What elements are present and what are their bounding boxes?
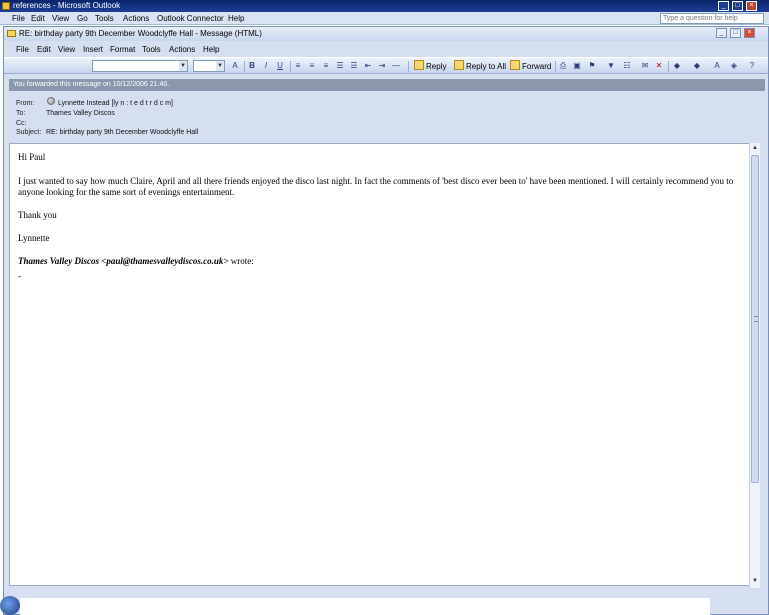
outlook-title-bar: references - Microsoft Outlook _ □ × <box>0 0 769 12</box>
body-scrollbar[interactable]: ▲ ▼ <box>749 143 760 588</box>
menu-tools[interactable]: Tools <box>95 14 114 24</box>
msg-menu-edit[interactable]: Edit <box>37 45 51 55</box>
bottom-strip <box>20 598 710 615</box>
align-left-icon[interactable]: ≡ <box>293 61 303 71</box>
sender-avatar <box>47 97 55 105</box>
grip-icon <box>754 316 758 322</box>
menu-outlook-connector[interactable]: Outlook Connector <box>157 14 224 24</box>
toolbar-separator <box>555 61 556 72</box>
quote-suffix: wrote: <box>228 256 254 266</box>
scroll-up-icon[interactable]: ▲ <box>750 143 760 153</box>
bold-icon[interactable]: B <box>247 61 257 71</box>
menu-go[interactable]: Go <box>77 14 88 24</box>
subject-label: Subject: <box>16 129 42 136</box>
forwarded-info-bar: You forwarded this message on 10/12/2006… <box>9 79 765 91</box>
reply-button[interactable]: Reply <box>414 60 446 73</box>
message-menu-bar: File Edit View Insert Format Tools Actio… <box>4 42 768 56</box>
increase-indent-icon[interactable]: ⇥ <box>377 61 387 71</box>
msg-menu-view[interactable]: View <box>58 45 75 55</box>
ask-question-input[interactable]: Type a question for help <box>660 13 764 24</box>
body-greeting: Hi Paul <box>18 152 46 162</box>
font-size-combo[interactable]: ▼ <box>193 60 225 72</box>
msg-menu-insert[interactable]: Insert <box>83 45 103 55</box>
minimize-button[interactable]: _ <box>718 1 729 11</box>
font-color-icon[interactable]: A <box>230 61 240 71</box>
previous-item-icon[interactable]: ◆ <box>672 61 682 71</box>
font-name-combo[interactable]: ▼ <box>92 60 188 72</box>
menu-view[interactable]: View <box>52 14 69 24</box>
decrease-indent-icon[interactable]: ⇤ <box>363 61 373 71</box>
msg-menu-file[interactable]: File <box>16 45 29 55</box>
reply-icon <box>414 60 424 70</box>
message-window: RE: birthday party 9th December Woodclyf… <box>3 26 769 615</box>
msg-menu-actions[interactable]: Actions <box>169 45 195 55</box>
message-title-bar: RE: birthday party 9th December Woodclyf… <box>4 27 768 41</box>
start-orb-icon[interactable] <box>0 596 20 615</box>
reply-all-button[interactable]: Reply to All <box>454 60 506 73</box>
address-book-icon[interactable]: ☷ <box>622 61 632 71</box>
options-icon[interactable]: ◈ <box>729 61 739 71</box>
message-body[interactable]: Hi Paul I just wanted to say how much Cl… <box>9 143 754 586</box>
message-minimize-button[interactable]: _ <box>716 28 727 38</box>
scroll-down-icon[interactable]: ▼ <box>750 576 760 586</box>
quote-header: Thames Valley Discos <paul@thamesvalleyd… <box>18 256 743 267</box>
bullet-list-icon[interactable]: ☰ <box>349 61 359 71</box>
delete-icon[interactable]: ✕ <box>654 61 664 71</box>
forward-icon <box>510 60 520 70</box>
align-right-icon[interactable]: ≡ <box>321 61 331 71</box>
message-close-button[interactable]: × <box>744 28 755 38</box>
menu-file[interactable]: File <box>12 14 25 24</box>
outlook-window-title: references - Microsoft Outlook <box>13 1 121 10</box>
msg-menu-format[interactable]: Format <box>110 45 135 55</box>
reply-all-icon <box>454 60 464 70</box>
menu-help[interactable]: Help <box>228 14 244 24</box>
to-value[interactable]: Thames Valley Discos <box>46 109 115 118</box>
outlook-app-icon <box>2 2 10 10</box>
forward-button[interactable]: Forward <box>510 60 551 73</box>
next-item-icon[interactable]: ◆ <box>692 61 702 71</box>
save-icon[interactable]: ▣ <box>572 61 582 71</box>
toolbar-separator <box>408 61 409 72</box>
menu-actions[interactable]: Actions <box>123 14 149 24</box>
envelope-icon <box>7 30 16 37</box>
subject-value: RE: birthday party 9th December Woodclyf… <box>46 129 199 136</box>
close-button[interactable]: × <box>746 1 757 11</box>
maximize-button[interactable]: □ <box>732 1 743 11</box>
font-size-up-icon[interactable]: A <box>712 61 722 71</box>
quote-start: - <box>18 271 21 281</box>
underline-icon[interactable]: U <box>275 61 285 71</box>
body-signature: Lynnette <box>18 233 50 243</box>
message-maximize-button[interactable]: □ <box>730 28 741 38</box>
msg-menu-tools[interactable]: Tools <box>142 45 161 55</box>
horizontal-line-icon[interactable]: — <box>391 61 401 71</box>
body-paragraph: I just wanted to say how much Claire, Ap… <box>18 176 734 197</box>
from-value[interactable]: Lynnette Instead [ly n : t e d t r d c m… <box>58 99 173 108</box>
categorize-icon[interactable]: ▼ <box>606 61 616 71</box>
toolbar-separator <box>244 61 245 72</box>
italic-icon[interactable]: I <box>261 61 271 71</box>
from-label: From: <box>16 100 35 107</box>
menu-edit[interactable]: Edit <box>31 14 45 24</box>
numbered-list-icon[interactable]: ☰ <box>335 61 345 71</box>
toolbar-separator <box>290 61 291 72</box>
to-label: To: <box>16 110 26 117</box>
message-toolbar: ▼ ▼ A B I U ≡ ≡ ≡ ☰ ☰ ⇤ ⇥ — Reply Reply … <box>4 57 768 74</box>
align-center-icon[interactable]: ≡ <box>307 61 317 71</box>
help-icon[interactable]: ? <box>747 61 757 71</box>
toolbar-separator <box>668 61 669 72</box>
flag-icon[interactable]: ⚑ <box>587 61 597 71</box>
print-icon[interactable]: ⎙ <box>558 61 568 71</box>
cc-label: Cc: <box>16 120 27 127</box>
body-thanks: Thank you <box>18 210 57 220</box>
outlook-menu-bar: File Edit View Go Tools Actions Outlook … <box>0 12 769 25</box>
message-window-title: RE: birthday party 9th December Woodclyf… <box>19 29 262 38</box>
junk-icon[interactable]: ✉ <box>640 61 650 71</box>
quote-sender[interactable]: Thames Valley Discos <paul@thamesvalleyd… <box>18 256 229 266</box>
scroll-thumb[interactable] <box>751 155 759 483</box>
msg-menu-help[interactable]: Help <box>203 45 219 55</box>
